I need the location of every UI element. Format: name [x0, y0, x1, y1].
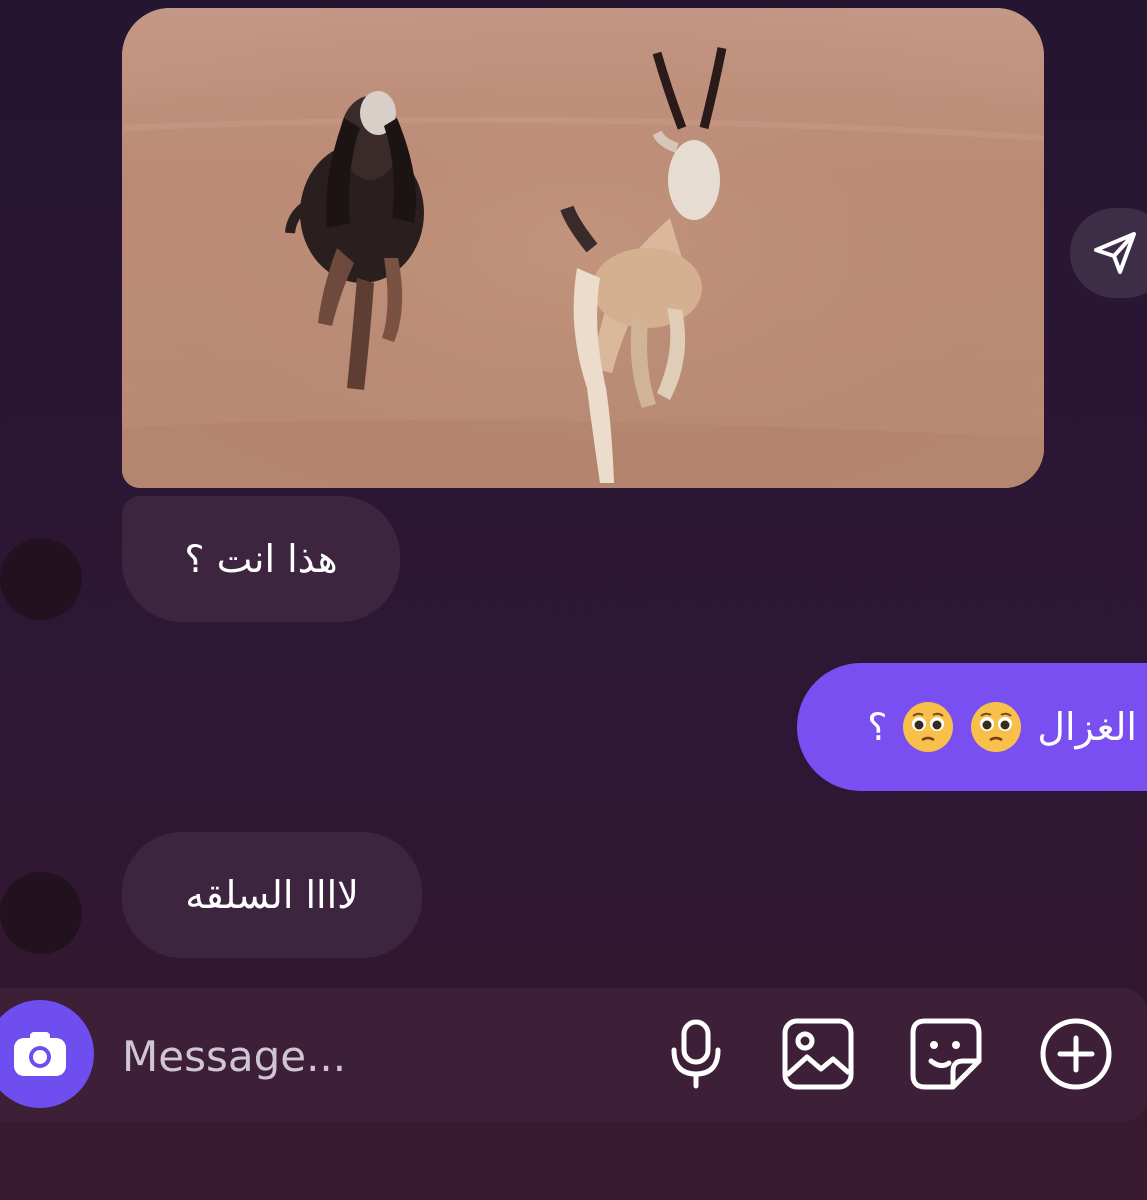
avatar[interactable]	[0, 872, 82, 954]
share-button[interactable]	[1070, 208, 1147, 298]
gallery-icon	[782, 1018, 854, 1090]
plus-icon	[1040, 1018, 1112, 1090]
message-input[interactable]	[120, 1020, 624, 1092]
pleading-face-emoji-icon	[971, 702, 1022, 752]
camera-icon	[14, 1032, 66, 1076]
gallery-button[interactable]	[778, 1014, 858, 1094]
avatar[interactable]	[0, 538, 82, 620]
gazelle-saluki-image	[122, 8, 1044, 488]
received-message[interactable]: لاااا السلقه	[122, 832, 422, 958]
microphone-icon	[671, 1019, 721, 1089]
sticker-button[interactable]	[906, 1014, 986, 1094]
media-message[interactable]	[122, 8, 1044, 488]
sent-message-question-mark: ؟	[867, 705, 888, 749]
microphone-button[interactable]	[656, 1014, 736, 1094]
pleading-face-emoji-icon	[903, 702, 954, 752]
received-message[interactable]: هذا انت ؟	[122, 496, 400, 622]
sticker-icon	[910, 1018, 982, 1090]
send-arrow-icon	[1094, 232, 1136, 274]
sent-message[interactable]: الغزال ؟	[797, 663, 1147, 791]
sent-message-text: الغزال	[1037, 705, 1137, 749]
add-button[interactable]	[1036, 1014, 1116, 1094]
